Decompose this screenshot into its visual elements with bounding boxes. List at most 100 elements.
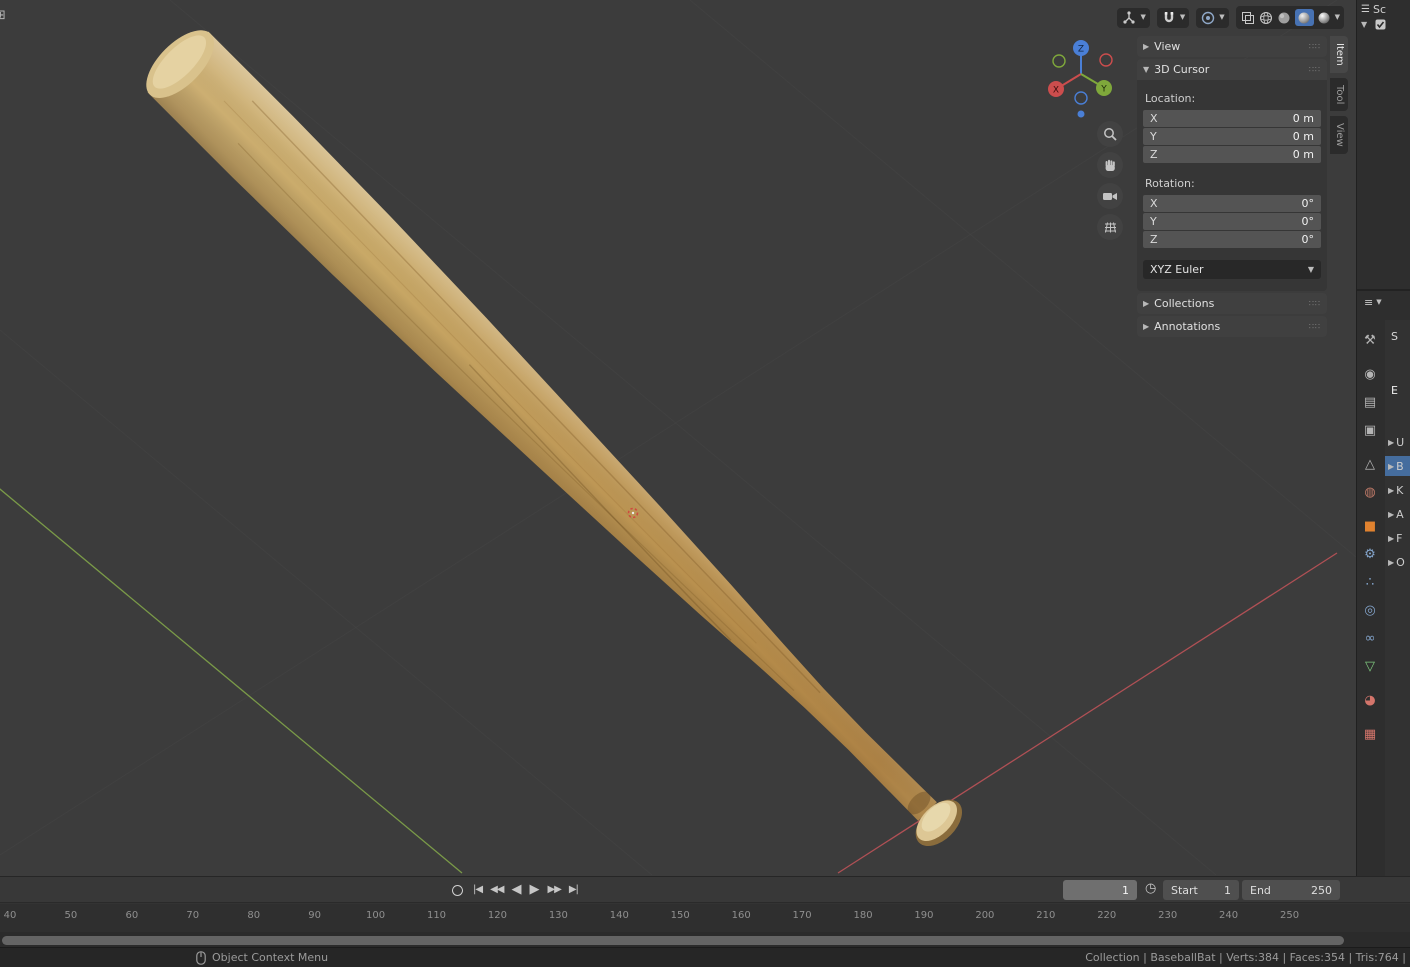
view-layer-tab-icon[interactable]: ▣ [1357, 418, 1383, 442]
gizmo-negative-z-ball[interactable] [1074, 91, 1088, 105]
play-button[interactable]: ▶ [529, 881, 539, 899]
axis-label: Z [1150, 233, 1158, 246]
cursor-rotation-x-field[interactable]: X 0° [1143, 195, 1321, 212]
cursor-rotation-y-field[interactable]: Y 0° [1143, 213, 1321, 230]
frame-end-field[interactable]: End 250 [1242, 880, 1340, 900]
panel-collections-header[interactable]: ▶ Collections ∷∷ [1137, 293, 1327, 314]
panel-3d-cursor-header[interactable]: ▼ 3D Cursor ∷∷ [1137, 59, 1327, 80]
ruler-tick: 240 [1219, 910, 1239, 921]
scene-stats-text: Collection | BaseballBat | Verts:384 | F… [1085, 951, 1406, 964]
properties-panel-row[interactable]: ▶ A [1385, 504, 1410, 524]
panel-annotations-header[interactable]: ▶ Annotations ∷∷ [1137, 316, 1327, 337]
pan-button[interactable] [1097, 152, 1123, 178]
axis-value: 0 m [1292, 130, 1314, 143]
properties-panel-row[interactable]: ▶ B [1385, 456, 1410, 476]
gizmo-negative-y-ball[interactable] [1052, 54, 1066, 68]
outliner-icon: ☰ [1361, 4, 1370, 15]
sidebar-tab-strip: Item Tool View [1330, 36, 1352, 159]
sidebar-tab-tool[interactable]: Tool [1330, 77, 1348, 112]
material-tab-icon[interactable]: ◕ [1357, 688, 1383, 712]
texture-tab-icon[interactable]: ▦ [1357, 722, 1383, 746]
ortho-perspective-button[interactable] [1097, 214, 1123, 240]
ruler-tick: 120 [487, 910, 507, 921]
play-reverse-button[interactable]: ◀ [511, 881, 521, 899]
panel-grip-icon[interactable]: ∷∷ [1309, 322, 1321, 331]
checkbox-checked-icon[interactable] [1375, 19, 1386, 30]
editor-type-icon[interactable]: ⊞ [0, 8, 6, 23]
current-frame-field[interactable]: 1 [1063, 880, 1137, 900]
use-preview-range-toggle[interactable]: ◷ [1145, 881, 1156, 896]
physics-tab-icon[interactable]: ◎ [1357, 598, 1383, 622]
chevron-down-icon: ▼ [1179, 13, 1186, 21]
panel-grip-icon[interactable]: ∷∷ [1309, 299, 1321, 308]
properties-header[interactable]: ≡ ▼ [1357, 296, 1382, 309]
ruler-tick: 150 [670, 910, 690, 921]
panel-grip-icon[interactable]: ∷∷ [1309, 65, 1321, 74]
properties-panel-row[interactable]: ▶ F [1385, 528, 1410, 548]
prev-keyframe-button[interactable]: ◀◀ [490, 881, 504, 899]
gizmo-icon [1121, 10, 1137, 25]
next-keyframe-button[interactable]: ▶▶ [547, 881, 561, 899]
navigation-gizmo[interactable]: Z X Y [1045, 36, 1121, 125]
timeline-scrollbar[interactable] [2, 936, 1344, 945]
cursor-location-z-field[interactable]: Z 0 m [1143, 146, 1321, 163]
disclosure-triangle-icon: ▶ [1143, 42, 1150, 51]
properties-panel-row[interactable]: ▶ U [1385, 432, 1410, 452]
xray-toggle-icon[interactable] [1240, 11, 1256, 25]
solid-shading-icon[interactable] [1277, 10, 1292, 25]
outliner-row[interactable]: ▼ [1357, 16, 1410, 30]
frame-start-field[interactable]: Start 1 [1163, 880, 1239, 900]
rotation-mode-value: XYZ Euler [1150, 263, 1204, 276]
output-tab-icon[interactable]: ▤ [1357, 390, 1383, 414]
timeline-ruler[interactable]: 40 50 60 70 80 90 100 110 120 130 140 150 160 170 180 1… [0, 904, 1410, 932]
chevron-down-icon: ▼ [1376, 298, 1382, 306]
sidebar-tab-view[interactable]: View [1330, 116, 1348, 154]
rendered-shading-icon[interactable] [1317, 10, 1332, 25]
ruler-tick: 170 [792, 910, 812, 921]
cursor-location-y-field[interactable]: Y 0 m [1143, 128, 1321, 145]
proportional-editing-dropdown[interactable]: ▼ [1196, 7, 1229, 28]
scene-tab-icon[interactable]: △ [1357, 452, 1383, 476]
gizmo-y-label: Y [1100, 85, 1107, 95]
properties-panel-row[interactable]: ▶ K [1385, 480, 1410, 500]
camera-view-button[interactable] [1097, 183, 1123, 209]
modifiers-tab-icon[interactable]: ⚙ [1357, 542, 1383, 566]
render-tab-icon[interactable]: ◉ [1357, 362, 1383, 386]
properties-partial-label: S [1391, 330, 1398, 343]
ruler-tick: 220 [1097, 910, 1117, 921]
gizmo-negative-x-ball[interactable] [1099, 53, 1113, 67]
object-tab-icon[interactable]: ■ [1357, 514, 1383, 538]
cursor-rotation-z-field[interactable]: Z 0° [1143, 231, 1321, 248]
particles-tab-icon[interactable]: ∴ [1357, 570, 1383, 594]
jump-to-start-button[interactable]: |◀ [473, 881, 483, 899]
viewport-nav-buttons [1097, 121, 1123, 240]
rotation-mode-dropdown[interactable]: XYZ Euler ▼ [1143, 260, 1321, 279]
gizmos-dropdown[interactable]: ▼ [1117, 7, 1150, 28]
chevron-down-icon: ▼ [1219, 13, 1225, 21]
sidebar-tab-item[interactable]: Item [1330, 36, 1348, 73]
auto-keying-button[interactable] [452, 884, 463, 896]
world-tab-icon[interactable]: ◍ [1357, 480, 1383, 504]
cursor-location-x-field[interactable]: X 0 m [1143, 110, 1321, 127]
material-preview-shading-active[interactable] [1294, 9, 1314, 26]
panel-grip-icon[interactable]: ∷∷ [1309, 42, 1321, 51]
editor-divider[interactable] [1357, 289, 1410, 291]
tool-tab-icon[interactable]: ⚒ [1357, 328, 1383, 352]
3d-viewport[interactable]: ⊞ ▼ ▼ ▼ ▼ Z X Y ▶ View ∷∷ ▼ 3D Cursor ∷∷… [0, 0, 1356, 876]
object-data-tab-icon[interactable]: ▽ [1357, 654, 1383, 678]
wireframe-shading-icon[interactable] [1259, 10, 1274, 25]
zoom-button[interactable] [1097, 121, 1123, 147]
chevron-down-icon[interactable]: ▼ [1335, 14, 1340, 21]
properties-content-partial: S E ▶ U ▶ B ▶ K ▶ A ▶ F ▶ O [1385, 320, 1410, 876]
timeline-scroll-track[interactable] [0, 932, 1410, 948]
jump-to-end-button[interactable]: ▶| [569, 881, 579, 899]
ruler-tick: 250 [1279, 910, 1300, 921]
panel-view-header[interactable]: ▶ View ∷∷ [1137, 36, 1327, 57]
properties-panel-row[interactable]: ▶ O [1385, 552, 1410, 572]
constraints-tab-icon[interactable]: ∞ [1357, 626, 1383, 650]
snap-dropdown[interactable]: ▼ [1156, 7, 1190, 28]
outliner-header[interactable]: ☰ Sc [1357, 0, 1410, 16]
panel-title: Collections [1154, 297, 1215, 310]
baseball-bat-object[interactable] [135, 19, 981, 865]
properties-tab-strip: ⚒ ◉ ▤ ▣ △ ◍ ■ ⚙ ∴ ◎ ∞ ▽ ◕ ▦ [1357, 328, 1384, 750]
